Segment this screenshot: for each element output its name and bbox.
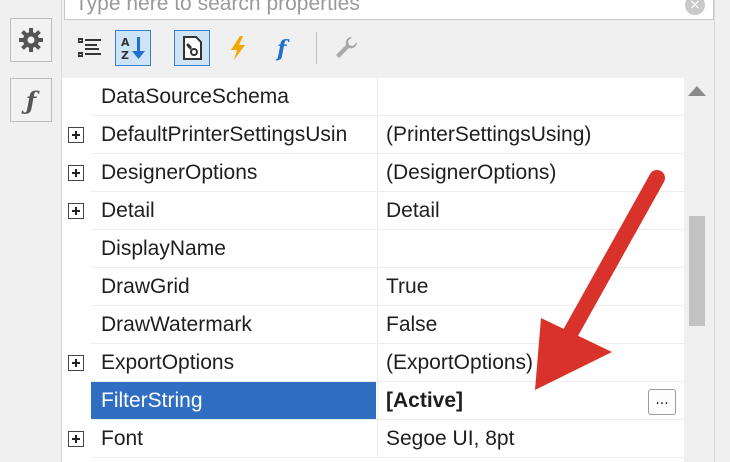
property-name: Font [91,420,376,458]
property-value[interactable]: Detail [377,192,684,230]
alphabetical-sort-icon: A Z [121,36,145,62]
toolbar-separator [316,32,317,64]
property-value[interactable] [377,78,684,116]
property-name: FilterString [91,382,376,420]
expand-icon[interactable] [68,127,84,143]
ellipsis-button[interactable]: ... [648,389,676,415]
property-grid: DataSourceSchema DefaultPrinterSettingsU… [62,78,684,462]
gear-icon [19,28,43,52]
events-button[interactable] [220,30,256,66]
property-name: DefaultPrinterSettingsUsin [91,116,376,154]
categorized-button[interactable] [72,30,108,66]
clear-icon[interactable]: × [685,0,705,15]
vertical-scrollbar[interactable] [684,78,710,462]
wrench-button[interactable] [328,30,364,66]
property-value[interactable]: (ExportOptions) [377,344,684,382]
property-name: DataSourceSchema [91,78,376,116]
function-icon: f [275,36,290,62]
left-rail: ƒ [0,0,62,462]
properties-tab-button[interactable] [10,18,52,62]
categorized-icon [78,38,101,57]
property-row[interactable]: DefaultPrinterSettingsUsin (PrinterSetti… [62,116,684,154]
function-icon: ƒ [25,85,37,115]
property-row[interactable]: DataSourceSchema [62,78,684,116]
property-value[interactable]: Segoe UI, 8pt [377,420,684,458]
property-row[interactable]: DrawGrid True [62,268,684,306]
expand-icon[interactable] [68,203,84,219]
property-name: Detail [91,192,376,230]
svg-text:Z: Z [121,49,129,62]
property-name: DrawWatermark [91,306,376,344]
wrench-icon [336,36,358,58]
property-row[interactable]: DrawWatermark False [62,306,684,344]
property-value[interactable]: (DesignerOptions) [377,154,684,192]
property-pages-button[interactable] [174,30,210,66]
expand-icon[interactable] [68,355,84,371]
svg-text:f: f [275,36,290,62]
property-name: DesignerOptions [91,154,376,192]
expand-icon[interactable] [68,431,84,447]
svg-text:A: A [121,36,130,49]
property-row[interactable]: DesignerOptions (DesignerOptions) [62,154,684,192]
property-name: DrawGrid [91,268,376,306]
property-value[interactable]: False [377,306,684,344]
property-row-selected[interactable]: FilterString [Active] ... [62,382,684,420]
property-name: ExportOptions [91,344,376,382]
property-row[interactable]: DisplayName [62,230,684,268]
property-value[interactable]: (PrinterSettingsUsing) [377,116,684,154]
right-edge [714,0,730,462]
property-value[interactable]: [Active] [377,382,684,420]
expressions-tab-button[interactable]: ƒ [10,78,52,122]
property-value[interactable]: True [377,268,684,306]
property-name: DisplayName [91,230,376,268]
toolbar: A Z f [64,20,714,76]
property-value[interactable] [377,230,684,268]
property-row[interactable]: Detail Detail [62,192,684,230]
search-input[interactable] [75,0,675,19]
expressions-button[interactable]: f [267,30,303,66]
property-row[interactable]: Font Segoe UI, 8pt [62,420,684,458]
search-box: × [64,0,714,20]
property-pages-icon [183,36,202,60]
scroll-up-arrow-icon[interactable] [688,86,706,96]
events-lightning-icon [231,36,245,60]
scroll-thumb[interactable] [689,216,705,326]
alphabetical-button[interactable]: A Z [115,30,151,66]
property-row[interactable]: ExportOptions (ExportOptions) [62,344,684,382]
expand-icon[interactable] [68,165,84,181]
